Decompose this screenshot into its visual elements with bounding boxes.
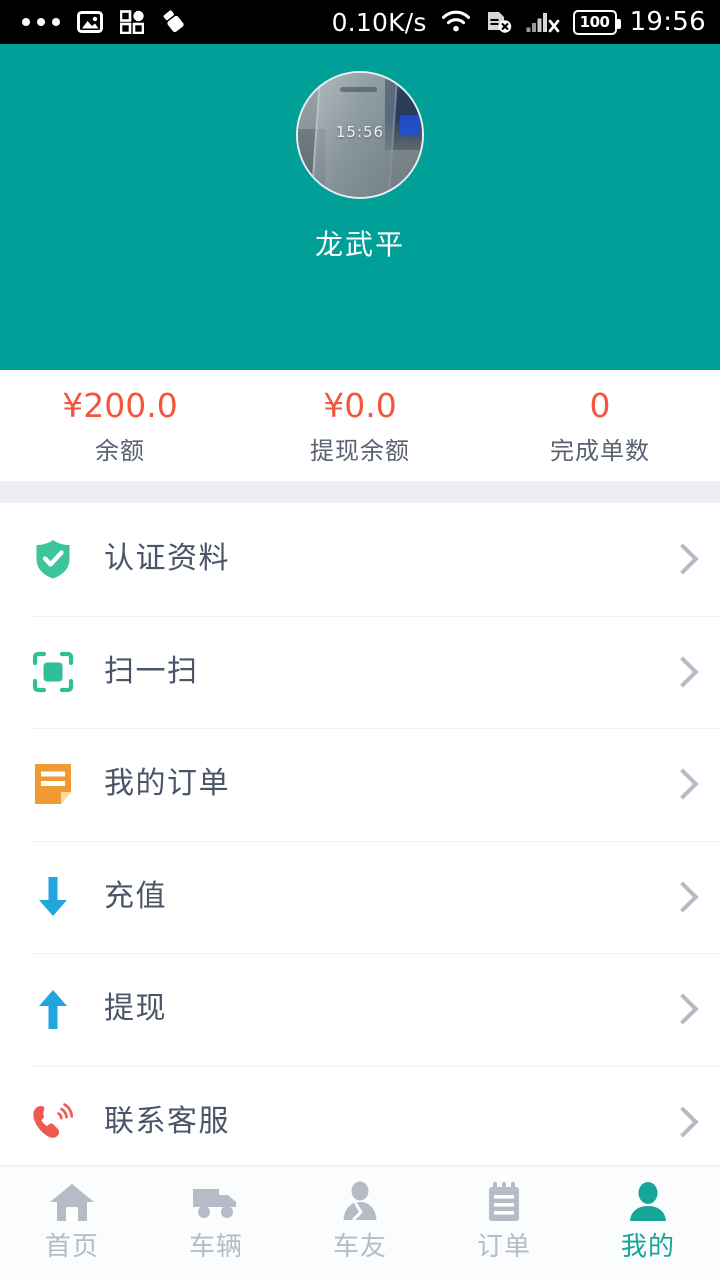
stat-balance[interactable]: ¥200.0 余额 [0,389,240,463]
menu-item-label: 扫一扫 [104,653,199,689]
clipboard-icon [484,1179,524,1223]
tab-mine[interactable]: 我的 [576,1179,720,1260]
app-screen: 0.10K/s 100 19:56 15:56 龙武平 ¥200.0 余额 ¥0… [0,0,720,1280]
menu-item-verification-info[interactable]: 认证资料 [0,503,720,616]
tab-label: 我的 [620,1232,675,1262]
avatar-photo-clock: 15:56 [335,122,385,141]
truck-icon [191,1179,241,1223]
sim-card-disabled-icon [485,10,513,34]
stat-label: 余额 [95,436,145,465]
stat-value: ¥200.0 [62,385,178,425]
more-dots-icon [22,18,60,26]
tab-label: 车辆 [188,1232,243,1262]
tab-friends[interactable]: 车友 [288,1179,432,1260]
person-icon [337,1179,383,1223]
chevron-right-icon [667,543,699,575]
document-icon [30,761,76,807]
menu-list: 认证资料 扫一扫 我的订单 充值 提现 联系客服 [0,503,720,1165]
menu-item-label: 联系客服 [104,1103,230,1139]
tab-label: 车友 [332,1232,387,1262]
tab-label: 首页 [44,1232,99,1262]
menu-item-label: 认证资料 [104,541,230,577]
menu-item-contact-support[interactable]: 联系客服 [0,1065,720,1165]
chevron-right-icon [667,768,699,800]
chevron-right-icon [667,993,699,1025]
battery-level: 100 [579,13,610,31]
stat-label: 提现余额 [310,436,410,465]
section-divider [0,481,720,503]
stat-label: 完成单数 [550,436,650,465]
tab-vehicles[interactable]: 车辆 [144,1179,288,1260]
chevron-right-icon [667,1106,699,1138]
menu-item-label: 我的订单 [104,766,230,802]
home-icon [48,1179,96,1223]
menu-item-scan-qr[interactable]: 扫一扫 [0,615,720,728]
menu-item-withdraw[interactable]: 提现 [0,953,720,1066]
status-bar-right-icons: 0.10K/s 100 19:56 [332,9,706,35]
arrow-down-icon [30,874,76,920]
menu-item-my-orders[interactable]: 我的订单 [0,728,720,841]
scan-qr-icon [30,649,76,695]
chevron-right-icon [667,656,699,688]
arrow-up-icon [30,986,76,1032]
battery-icon: 100 [572,9,621,35]
profile-header: 15:56 龙武平 [0,44,720,370]
user-icon [626,1179,670,1223]
chevron-right-icon [667,881,699,913]
tab-orders[interactable]: 订单 [432,1179,576,1260]
avatar-photo: 15:56 [298,73,422,197]
menu-item-label: 提现 [104,991,167,1027]
stats-row: ¥200.0 余额 ¥0.0 提现余额 0 完成单数 [0,370,720,481]
gallery-icon [77,10,103,34]
clock: 19:56 [629,7,706,37]
bottom-tab-bar: 首页 车辆 车友 订单 我的 [0,1165,720,1280]
tab-home[interactable]: 首页 [0,1179,144,1260]
menu-item-label: 充值 [104,878,167,914]
tab-label: 订单 [476,1232,531,1262]
apps-grid-icon [120,10,144,34]
stat-withdrawable-balance[interactable]: ¥0.0 提现余额 [240,389,480,463]
stat-completed-orders[interactable]: 0 完成单数 [480,389,720,463]
network-speed: 0.10K/s [331,7,427,37]
cleaner-icon [161,9,187,35]
shield-check-icon [30,536,76,582]
stat-value: 0 [589,385,611,425]
avatar[interactable]: 15:56 [296,71,424,199]
status-bar-left-icons [22,9,187,35]
signal-disabled-icon [526,10,560,34]
status-bar: 0.10K/s 100 19:56 [0,0,720,44]
stat-value: ¥0.0 [323,385,397,425]
username: 龙武平 [314,228,405,261]
wifi-icon [440,10,472,34]
menu-item-recharge[interactable]: 充值 [0,840,720,953]
phone-call-icon [30,1099,76,1145]
